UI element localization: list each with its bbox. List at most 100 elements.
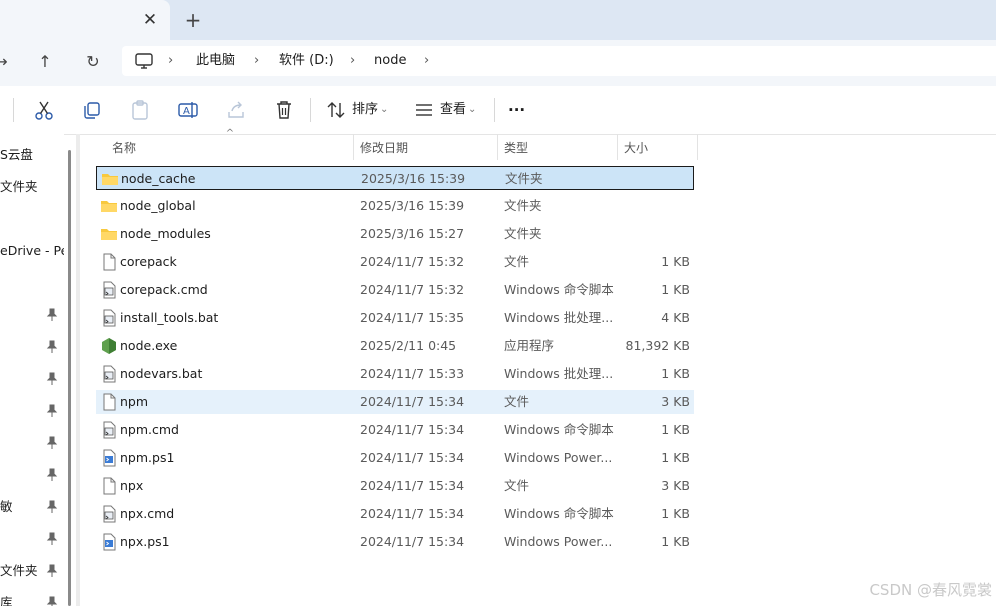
file-size: 81,392 KB xyxy=(625,338,690,353)
sort-icon[interactable] xyxy=(324,98,348,122)
sort-button[interactable]: 排序 xyxy=(352,100,378,120)
folder-icon xyxy=(101,229,117,240)
file-size: 4 KB xyxy=(661,310,690,325)
file-row[interactable]: npm 2024/11/7 15:34 文件 3 KB xyxy=(96,390,694,414)
column-header-type[interactable]: 类型 xyxy=(504,138,528,158)
pin-icon xyxy=(46,596,58,606)
file-row[interactable]: node_modules 2025/3/16 15:27 文件夹 xyxy=(96,222,694,246)
column-divider[interactable] xyxy=(617,134,618,160)
pin-icon xyxy=(46,436,58,450)
breadcrumb-separator[interactable]: › xyxy=(254,52,259,70)
breadcrumb-separator[interactable]: › xyxy=(424,52,429,70)
nav-item[interactable]: eDrive - Per xyxy=(0,242,64,260)
file-row[interactable]: npm.cmd 2024/11/7 15:34 Windows 命令脚本 1 KB xyxy=(96,418,694,442)
file-date: 2025/3/16 15:39 xyxy=(361,171,466,186)
view-button[interactable]: 查看 xyxy=(440,100,466,120)
file-name: npm.ps1 xyxy=(120,450,175,465)
file-row[interactable]: npm.ps1 2024/11/7 15:34 Windows Power... 1 … xyxy=(96,446,694,470)
delete-icon[interactable] xyxy=(272,98,296,122)
computer-icon xyxy=(135,53,153,69)
file-row[interactable]: nodevars.bat 2024/11/7 15:33 Windows 批处理..… xyxy=(96,362,694,386)
file-row[interactable]: npx.cmd 2024/11/7 15:34 Windows 命令脚本 1 KB xyxy=(96,502,694,526)
file-row[interactable]: node.exe 2025/2/11 0:45 应用程序 81,392 KB xyxy=(96,334,694,358)
nav-item[interactable]: 文件夹 xyxy=(0,178,38,196)
file-name: node_cache xyxy=(121,171,196,186)
file-row[interactable]: node_global 2025/3/16 15:39 文件夹 xyxy=(96,194,694,218)
file-row[interactable]: corepack.cmd 2024/11/7 15:32 Windows 命令脚本 1… xyxy=(96,278,694,302)
file-date: 2024/11/7 15:34 xyxy=(360,450,465,465)
cut-icon[interactable] xyxy=(32,98,56,122)
file-name: corepack.cmd xyxy=(120,282,208,297)
forward-icon[interactable]: → xyxy=(0,47,16,77)
file-row[interactable]: install_tools.bat 2024/11/7 15:35 Windows … xyxy=(96,306,694,330)
paste-icon[interactable] xyxy=(128,98,152,122)
file-row[interactable]: corepack 2024/11/7 15:32 文件 1 KB xyxy=(96,250,694,274)
script-icon xyxy=(103,365,116,383)
file-size xyxy=(596,222,690,246)
toolbar-divider xyxy=(310,98,311,122)
breadcrumb-separator[interactable]: › xyxy=(168,52,173,70)
file-name: npm.cmd xyxy=(120,422,179,437)
file-name: node_global xyxy=(120,198,196,213)
file-size: 1 KB xyxy=(661,366,690,381)
rename-icon[interactable]: A xyxy=(176,98,200,122)
view-icon[interactable] xyxy=(412,98,436,122)
file-row[interactable]: npx 2024/11/7 15:34 文件 3 KB xyxy=(96,474,694,498)
file-name: npx.cmd xyxy=(120,506,175,521)
file-date: 2024/11/7 15:34 xyxy=(360,534,465,549)
file-icon xyxy=(103,477,116,495)
column-header-date[interactable]: 修改日期 xyxy=(360,138,408,158)
file-name: npx xyxy=(120,478,144,493)
pin-icon xyxy=(46,404,58,418)
file-icon xyxy=(103,393,116,411)
watermark: CSDN @春风霓裳 xyxy=(869,581,992,599)
breadcrumb-this-pc[interactable]: 此电脑 xyxy=(196,52,235,70)
file-name: npx.ps1 xyxy=(120,534,170,549)
file-date: 2024/11/7 15:35 xyxy=(360,310,465,325)
pin-icon xyxy=(46,468,58,482)
column-divider[interactable] xyxy=(353,134,354,160)
nav-item[interactable]: 文件夹 xyxy=(0,562,38,580)
pin-icon xyxy=(46,340,58,354)
breadcrumb-separator[interactable]: › xyxy=(350,52,355,70)
column-divider[interactable] xyxy=(697,134,698,160)
breadcrumb-node[interactable]: node xyxy=(374,52,406,70)
more-options-button[interactable]: ··· xyxy=(508,100,525,120)
nav-scrollbar[interactable] xyxy=(68,150,71,606)
file-name: nodevars.bat xyxy=(120,366,203,381)
file-size: 1 KB xyxy=(661,254,690,269)
file-date: 2024/11/7 15:34 xyxy=(360,394,465,409)
refresh-icon[interactable]: ↻ xyxy=(78,47,108,77)
nav-item[interactable]: S云盘 xyxy=(0,146,33,164)
pin-icon xyxy=(46,564,58,578)
up-icon[interactable]: ↑ xyxy=(30,47,60,77)
node-exe-icon xyxy=(102,338,116,354)
column-header-size[interactable]: 大小 xyxy=(624,138,648,158)
file-date: 2024/11/7 15:34 xyxy=(360,506,465,521)
chevron-down-icon[interactable]: ⌄ xyxy=(468,100,476,120)
file-name: install_tools.bat xyxy=(120,310,219,325)
file-size xyxy=(596,194,690,218)
file-size: 1 KB xyxy=(661,282,690,297)
pane-splitter[interactable] xyxy=(76,134,80,606)
file-size: 1 KB xyxy=(661,450,690,465)
script-icon xyxy=(103,421,116,439)
file-name: node_modules xyxy=(120,226,211,241)
file-date: 2024/11/7 15:34 xyxy=(360,478,465,493)
file-date: 2025/3/16 15:39 xyxy=(360,198,465,213)
nav-item[interactable]: 库 xyxy=(0,594,13,606)
close-tab-icon[interactable]: ✕ xyxy=(140,9,160,31)
nav-item[interactable]: 敏 xyxy=(0,498,13,516)
breadcrumb-drive-d[interactable]: 软件 (D:) xyxy=(279,52,334,70)
column-header-name[interactable]: 名称 xyxy=(112,138,136,158)
chevron-down-icon[interactable]: ⌄ xyxy=(380,100,388,120)
new-tab-button[interactable]: + xyxy=(182,8,204,32)
file-row[interactable]: npx.ps1 2024/11/7 15:34 Windows Power... 1 … xyxy=(96,530,694,554)
file-date: 2024/11/7 15:34 xyxy=(360,422,465,437)
column-divider[interactable] xyxy=(497,134,498,160)
file-date: 2025/2/11 0:45 xyxy=(360,338,457,353)
share-icon[interactable] xyxy=(224,98,248,122)
file-date: 2024/11/7 15:33 xyxy=(360,366,465,381)
copy-icon[interactable] xyxy=(80,98,104,122)
file-row[interactable]: node_cache 2025/3/16 15:39 文件夹 xyxy=(96,166,694,190)
